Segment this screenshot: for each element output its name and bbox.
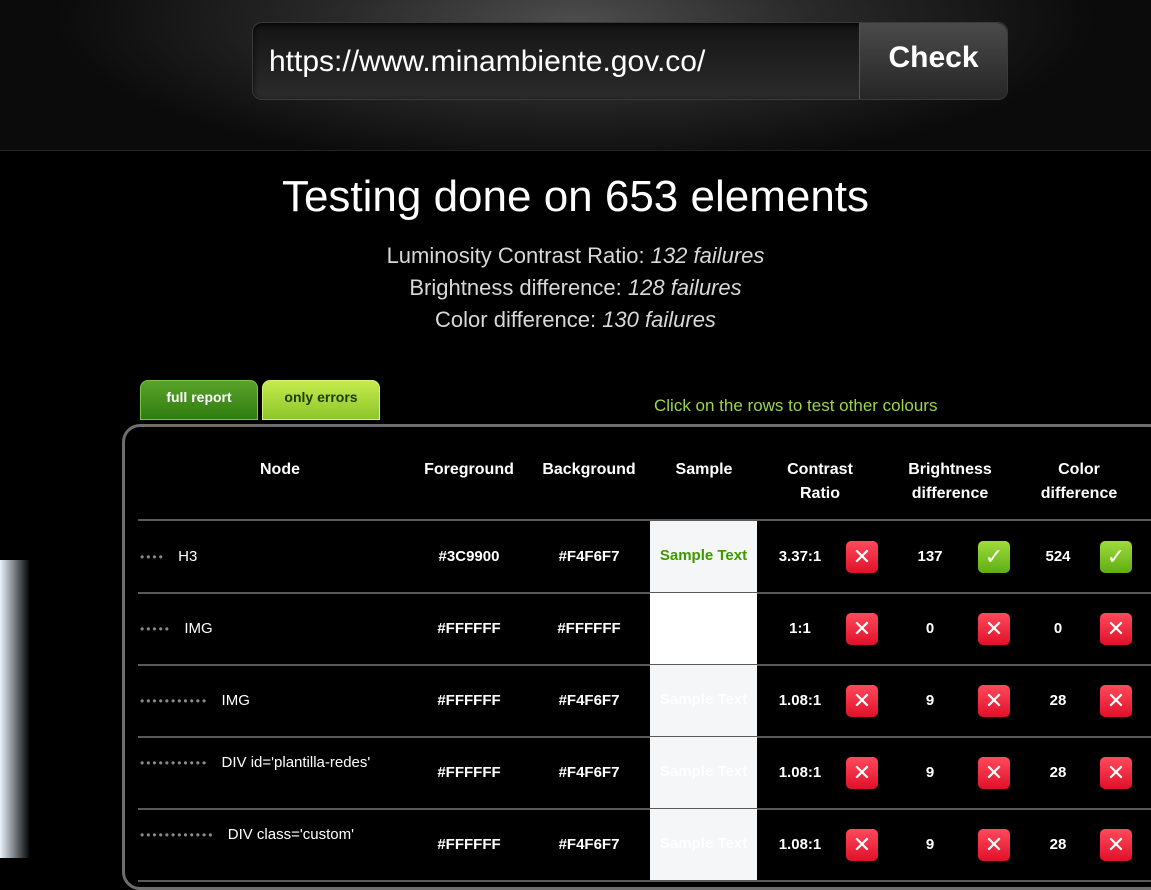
node-depth-dots: ••••• xyxy=(140,622,177,636)
fail-x-icon: ✕ xyxy=(846,685,878,717)
stat-luminosity: Luminosity Contrast Ratio: 132 failures xyxy=(386,243,765,268)
fail-x-icon: ✕ xyxy=(978,685,1010,717)
fail-x-icon: ✕ xyxy=(978,757,1010,789)
click-rows-hint: Click on the rows to test other colours xyxy=(654,396,938,415)
contrast-ratio-value: 1.08:1 xyxy=(778,692,822,709)
brightness-difference-value: 9 xyxy=(925,692,935,709)
pass-check-icon: ✓ xyxy=(978,541,1010,573)
summary-stats: Luminosity Contrast Ratio: 132 failures … xyxy=(0,240,1151,336)
node-depth-dots: •••••••••••• xyxy=(140,828,220,842)
contrast-ratio-value: 1:1 xyxy=(789,620,811,637)
brightness-difference-value: 9 xyxy=(925,764,935,781)
color-difference-value: 28 xyxy=(1049,764,1067,781)
column-header-contrast-ratio: Contrast Ratio xyxy=(787,461,853,502)
stat-color: Color difference: 130 failures xyxy=(435,307,716,332)
column-header-node: Node xyxy=(260,461,300,478)
node-cell: ••••••••••• IMG xyxy=(140,689,410,713)
foreground-value: #FFFFFF xyxy=(437,764,501,781)
tab-full-report[interactable]: full report xyxy=(140,380,258,420)
sample-text: Sample Text xyxy=(659,619,748,636)
node-cell: ••••••••••• DIV id='plantilla-redes' xyxy=(140,751,410,775)
fail-x-icon: ✕ xyxy=(978,613,1010,645)
sample-text: Sample Text xyxy=(659,835,748,852)
fail-x-icon: ✕ xyxy=(1100,829,1132,861)
node-depth-dots: ••••••••••• xyxy=(140,694,214,708)
pass-check-icon: ✓ xyxy=(1100,541,1132,573)
fail-x-icon: ✕ xyxy=(846,541,878,573)
check-button[interactable]: Check xyxy=(859,23,1007,99)
foreground-value: #FFFFFF xyxy=(437,620,501,637)
background-value: #F4F6F7 xyxy=(558,548,620,565)
page-edge-glow xyxy=(0,560,30,858)
fail-x-icon: ✕ xyxy=(846,757,878,789)
background-value: #F4F6F7 xyxy=(558,692,620,709)
color-difference-value: 524 xyxy=(1045,548,1071,565)
foreground-value: #FFFFFF xyxy=(437,836,501,853)
column-header-brightness-difference: Brightness difference xyxy=(908,461,992,502)
foreground-value: #3C9900 xyxy=(438,548,500,565)
url-form: Check xyxy=(252,22,1008,100)
node-name: IMG xyxy=(221,692,250,709)
sample-text: Sample Text xyxy=(659,763,748,780)
fail-x-icon: ✕ xyxy=(1100,613,1132,645)
foreground-value: #FFFFFF xyxy=(437,692,501,709)
column-header-color-difference: Color difference xyxy=(1040,461,1118,502)
background-value: #F4F6F7 xyxy=(558,836,620,853)
fail-x-icon: ✕ xyxy=(846,829,878,861)
column-header-foreground: Foreground xyxy=(424,461,514,478)
brightness-difference-value: 9 xyxy=(925,836,935,853)
sample-text: Sample Text xyxy=(659,547,748,564)
row-divider xyxy=(138,880,1151,882)
color-difference-value: 28 xyxy=(1049,836,1067,853)
contrast-ratio-value: 3.37:1 xyxy=(778,548,822,565)
results-title: Testing done on 653 elements xyxy=(281,172,870,221)
node-cell: •••••••••••• DIV class='custom' xyxy=(140,823,410,847)
brightness-difference-value: 137 xyxy=(917,548,943,565)
background-value: #F4F6F7 xyxy=(558,764,620,781)
node-name: DIV class='custom' xyxy=(227,826,354,843)
fail-x-icon: ✕ xyxy=(1100,757,1132,789)
node-name: DIV id='plantilla-redes' xyxy=(221,754,371,771)
fail-x-icon: ✕ xyxy=(846,613,878,645)
tab-only-errors[interactable]: only errors xyxy=(262,380,380,420)
contrast-ratio-value: 1.08:1 xyxy=(778,836,822,853)
column-header-sample: Sample xyxy=(675,461,733,478)
fail-x-icon: ✕ xyxy=(978,829,1010,861)
node-cell: ••••• IMG xyxy=(140,617,410,641)
node-name: H3 xyxy=(178,548,198,565)
column-header-background: Background xyxy=(542,461,636,478)
brightness-difference-value: 0 xyxy=(925,620,935,637)
node-cell: •••• H3 xyxy=(140,545,410,569)
url-input[interactable] xyxy=(267,35,851,89)
fail-x-icon: ✕ xyxy=(1100,685,1132,717)
node-name: IMG xyxy=(184,620,213,637)
node-depth-dots: •••• xyxy=(140,550,171,564)
contrast-ratio-value: 1.08:1 xyxy=(778,764,822,781)
background-value: #FFFFFF xyxy=(557,620,621,637)
color-difference-value: 0 xyxy=(1053,620,1063,637)
sample-text: Sample Text xyxy=(659,691,748,708)
color-difference-value: 28 xyxy=(1049,692,1067,709)
node-depth-dots: ••••••••••• xyxy=(140,756,214,770)
stat-brightness: Brightness difference: 128 failures xyxy=(409,275,742,300)
